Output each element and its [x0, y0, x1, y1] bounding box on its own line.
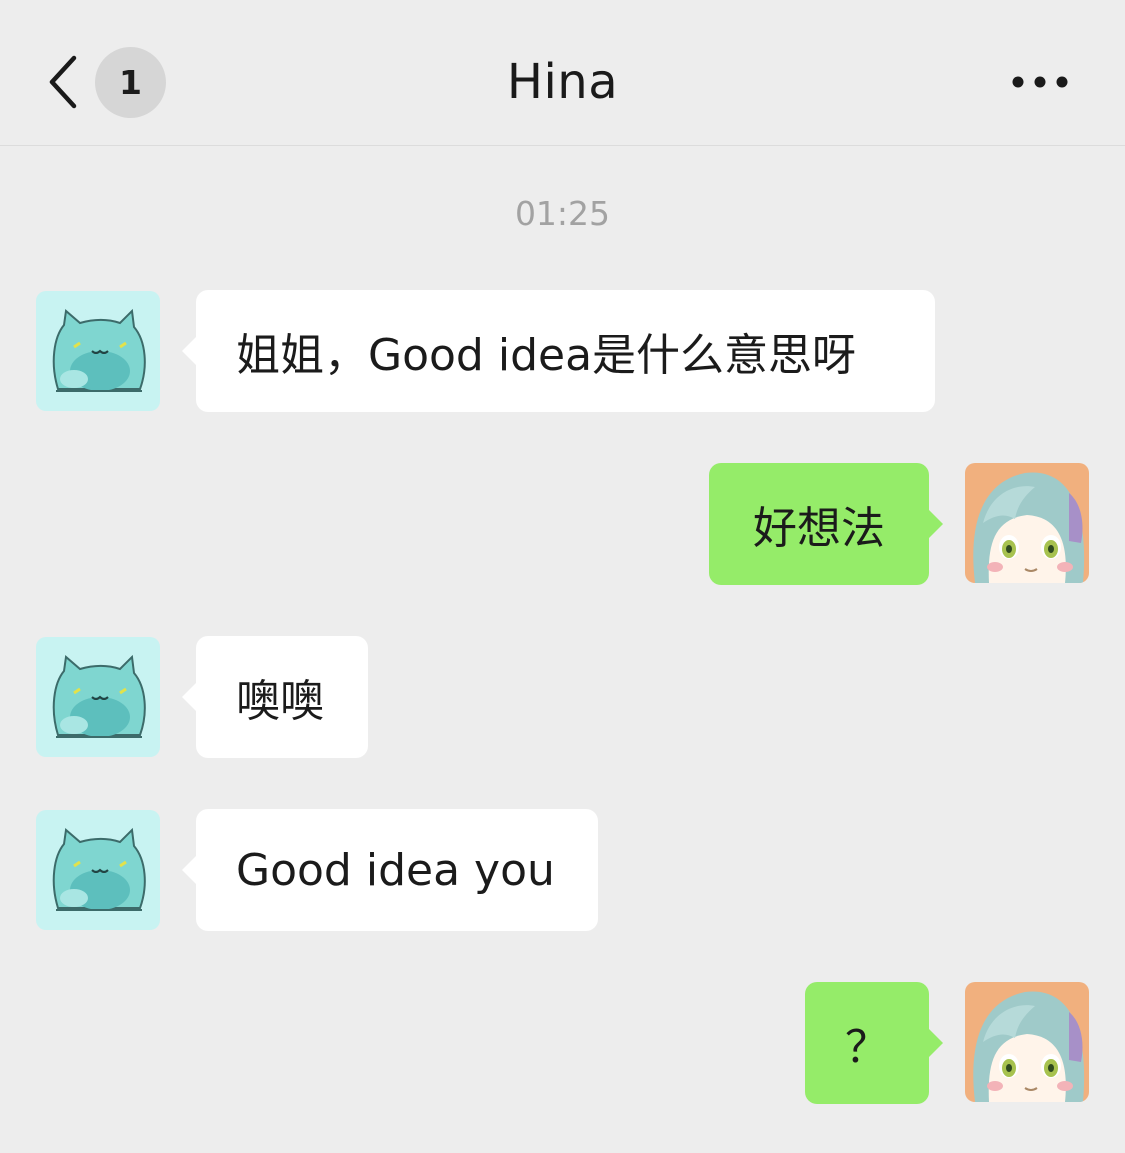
slime-cat-avatar-icon [36, 810, 160, 930]
incoming-message-bubble[interactable]: Good idea you [182, 809, 598, 931]
anime-girl-avatar-icon [965, 463, 1089, 583]
chevron-left-icon [49, 55, 77, 109]
contact-avatar[interactable] [36, 291, 160, 411]
my-avatar[interactable] [965, 982, 1089, 1102]
message-text: 姐姐，Good idea是什么意思呀 [236, 330, 857, 381]
outgoing-message-bubble[interactable]: 好想法 [709, 463, 943, 585]
message-text: ？ [845, 1022, 889, 1073]
incoming-message-bubble[interactable]: 姐姐，Good idea是什么意思呀 [182, 290, 935, 412]
more-options-button[interactable] [1004, 60, 1076, 104]
back-button[interactable] [40, 50, 86, 114]
contact-avatar[interactable] [36, 810, 160, 930]
outgoing-message-bubble[interactable]: ？ [805, 982, 943, 1104]
anime-girl-avatar-icon [965, 982, 1089, 1102]
chat-screen: 1 Hina 01:25 姐姐，Good idea是什么意思呀 好想法 噢噢 G… [0, 0, 1125, 1153]
ellipsis-icon [1012, 76, 1068, 88]
message-text: 好想法 [753, 503, 885, 554]
my-avatar[interactable] [965, 463, 1089, 583]
chat-header: 1 Hina [0, 0, 1125, 146]
message-text: 噢噢 [236, 676, 324, 727]
chat-title: Hina [506, 54, 619, 110]
slime-cat-avatar-icon [36, 637, 160, 757]
message-text: Good idea you [236, 844, 555, 896]
unread-count-badge[interactable]: 1 [95, 47, 166, 118]
contact-avatar[interactable] [36, 637, 160, 757]
message-timestamp: 01:25 [514, 194, 611, 233]
slime-cat-avatar-icon [36, 291, 160, 411]
incoming-message-bubble[interactable]: 噢噢 [182, 636, 368, 758]
